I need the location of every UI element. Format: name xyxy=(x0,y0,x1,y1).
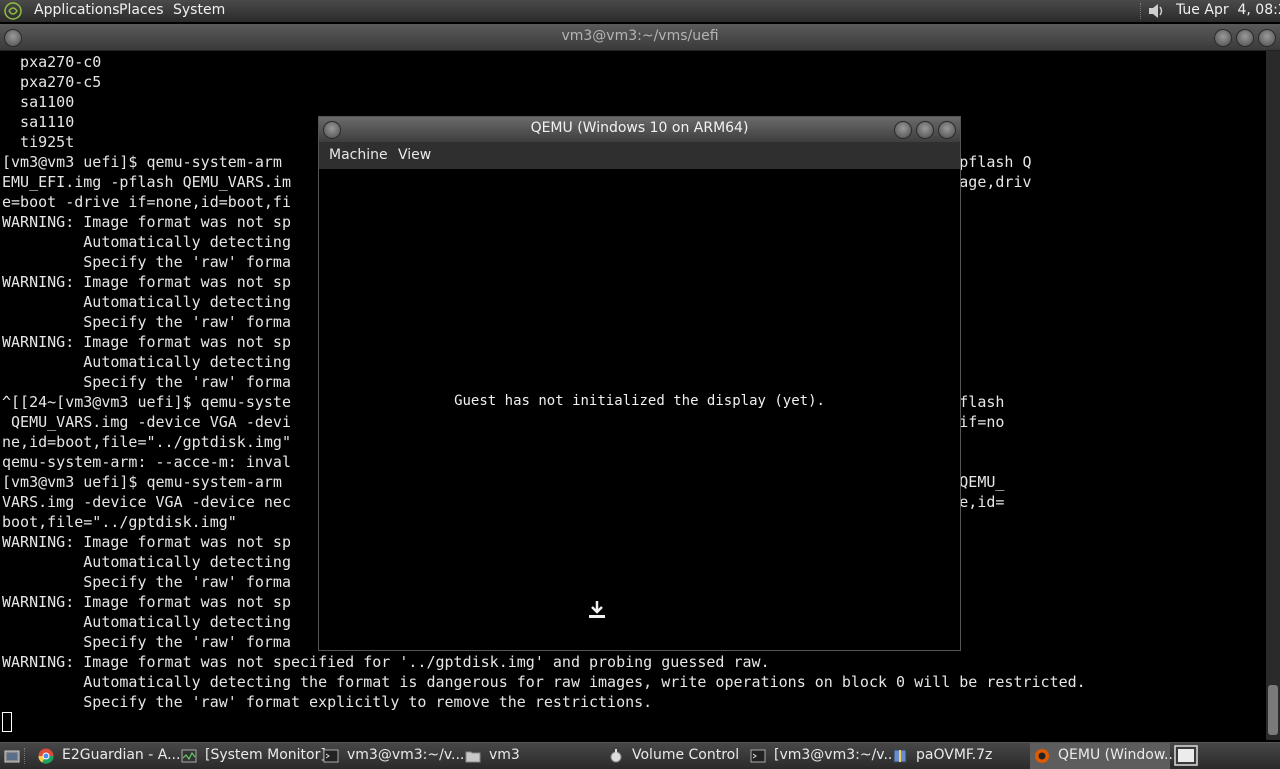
task-terminal[interactable]: vm3@vm3:~/v... xyxy=(323,743,465,769)
task-label: [System Monitor] xyxy=(205,747,326,763)
archive-icon xyxy=(893,749,907,763)
terminal-line: WARNING: Image format was not specified … xyxy=(2,653,770,671)
clock[interactable]: Tue Apr 4, 08:29 xyxy=(1176,2,1280,18)
task-label: vm3@vm3:~/v... xyxy=(347,747,465,763)
view-menu[interactable]: View xyxy=(398,147,431,163)
task-label: vm3 xyxy=(489,747,520,763)
task-terminal-2[interactable]: [vm3@vm3:~/v... xyxy=(750,743,897,769)
terminal-scrollbar[interactable] xyxy=(1266,51,1280,740)
task-label: paOVMF.7z xyxy=(916,747,993,763)
qemu-minimize-icon[interactable] xyxy=(894,121,912,139)
volume-icon[interactable] xyxy=(1146,1,1166,21)
folder-icon xyxy=(465,751,481,763)
distro-logo-icon[interactable] xyxy=(4,2,22,20)
terminal-title: vm3@vm3:~/vms/uefi xyxy=(561,28,719,44)
terminal-line: pxa270-c0 xyxy=(2,53,102,71)
machine-menu[interactable]: Machine xyxy=(329,147,388,163)
terminal-line: Specify the 'raw' format explicitly to r… xyxy=(2,693,653,711)
task-label: Volume Control xyxy=(632,747,740,763)
qemu-window: QEMU (Windows 10 on ARM64) Machine View … xyxy=(318,116,961,651)
qemu-maximize-icon[interactable] xyxy=(916,121,934,139)
task-label: E2Guardian - A... xyxy=(62,747,181,763)
terminal-icon xyxy=(750,749,766,763)
taskbar-separator xyxy=(24,748,27,764)
terminal-cursor xyxy=(2,712,12,732)
qemu-display[interactable]: Guest has not initialized the display (y… xyxy=(319,169,960,650)
workspace-switcher-icon[interactable] xyxy=(1174,745,1198,766)
top-panel: Applications Places System Tue Apr 4, 08… xyxy=(0,0,1280,22)
task-qemu[interactable]: QEMU (Window... xyxy=(1030,743,1177,769)
terminal-line: pxa270-c5 xyxy=(2,73,102,91)
places-menu[interactable]: Places xyxy=(119,2,164,18)
system-menu[interactable]: System xyxy=(173,2,225,18)
volume-control-icon xyxy=(610,749,622,763)
terminal-line: sa1100 xyxy=(2,93,75,111)
terminal-titlebar[interactable]: vm3@vm3:~/vms/uefi xyxy=(0,24,1280,51)
qemu-titlebar[interactable]: QEMU (Windows 10 on ARM64) xyxy=(319,117,960,142)
task-volume-control[interactable]: Volume Control xyxy=(608,743,748,769)
maximize-icon[interactable] xyxy=(1236,29,1254,47)
scrollbar-thumb[interactable] xyxy=(1268,685,1278,735)
task-label: QEMU (Window... xyxy=(1058,747,1178,763)
panel-separator xyxy=(1140,3,1143,19)
qemu-title: QEMU (Windows 10 on ARM64) xyxy=(530,120,749,136)
system-monitor-icon xyxy=(181,749,197,763)
terminal-line: Automatically detecting the format is da… xyxy=(2,673,1086,691)
show-desktop-icon[interactable] xyxy=(4,748,20,764)
qemu-menubar: Machine View xyxy=(319,142,960,169)
chrome-icon xyxy=(38,748,54,764)
download-icon xyxy=(589,601,605,618)
task-folder-vm3[interactable]: vm3 xyxy=(465,743,605,769)
qemu-close-icon[interactable] xyxy=(938,121,956,139)
minimize-icon[interactable] xyxy=(1214,29,1232,47)
task-paovmf[interactable]: paOVMF.7z xyxy=(892,743,1028,769)
task-system-monitor[interactable]: [System Monitor] xyxy=(181,743,326,769)
taskbar: E2Guardian - A... [System Monitor] vm3@v… xyxy=(0,742,1280,769)
guest-display-message: Guest has not initialized the display (y… xyxy=(454,393,825,409)
task-e2guardian[interactable]: E2Guardian - A... xyxy=(38,743,181,769)
close-icon[interactable] xyxy=(1258,29,1276,47)
applications-menu[interactable]: Applications xyxy=(34,2,120,18)
qemu-icon xyxy=(1035,749,1049,763)
task-label: [vm3@vm3:~/v... xyxy=(774,747,897,763)
terminal-icon xyxy=(323,749,339,763)
